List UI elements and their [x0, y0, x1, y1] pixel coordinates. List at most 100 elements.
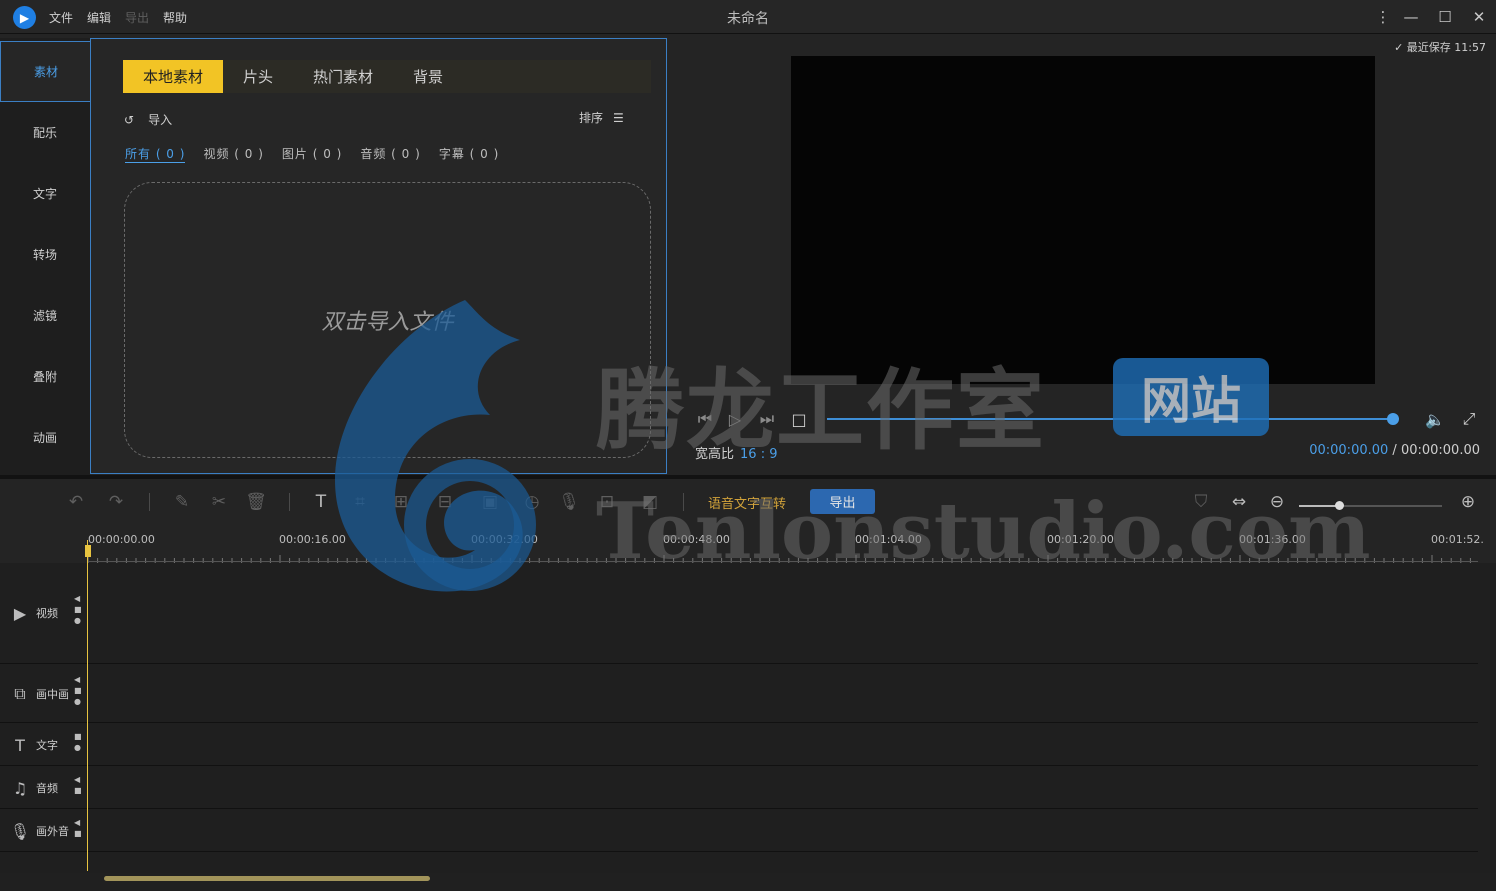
- sidebar-item-filter[interactable]: 滤镜: [0, 285, 90, 346]
- volume-icon[interactable]: 🔈: [1424, 408, 1446, 430]
- filter-all[interactable]: 所有 ( 0 ): [125, 145, 186, 163]
- mic-icon: 🎙: [9, 821, 31, 841]
- mute-icon[interactable]: ◀: [74, 675, 82, 684]
- track-row-audio[interactable]: ♫ 音频 ◀ ■: [0, 766, 1478, 809]
- color-fill-icon[interactable]: ◩: [638, 490, 662, 514]
- prev-frame-icon[interactable]: ⏮: [694, 408, 716, 430]
- filter-image[interactable]: 图片 ( 0 ): [282, 145, 342, 163]
- playback-progress-track[interactable]: [827, 418, 1393, 420]
- filter-video[interactable]: 视频 ( 0 ): [203, 145, 263, 163]
- playhead-line[interactable]: [87, 540, 88, 871]
- import-dropzone[interactable]: 双击导入文件: [124, 182, 651, 458]
- next-frame-icon[interactable]: ⏭: [756, 408, 778, 430]
- track-controls[interactable]: ◀ ■ ●: [74, 594, 82, 625]
- lock-icon[interactable]: ■: [74, 732, 82, 741]
- ruler-label: 00:00:00.00: [88, 533, 155, 546]
- scrollbar-thumb[interactable]: [104, 876, 430, 881]
- playhead-handle[interactable]: [85, 545, 91, 557]
- edit-pencil-icon[interactable]: ✎: [170, 490, 194, 514]
- sidebar-item-animation[interactable]: 动画: [0, 407, 90, 468]
- sidebar-item-transition[interactable]: 转场: [0, 224, 90, 285]
- marker-icon[interactable]: ⛉: [1189, 490, 1213, 514]
- tab-local-media[interactable]: 本地素材: [123, 60, 224, 93]
- menu-help[interactable]: 帮助: [163, 9, 187, 26]
- time-separator: /: [1388, 443, 1401, 458]
- track-label: 视频: [36, 607, 58, 620]
- filter-subtitle[interactable]: 字幕 ( 0 ): [439, 145, 499, 163]
- window-title: 未命名: [727, 11, 769, 27]
- pip-icon: ⧉: [14, 684, 26, 703]
- undo-icon[interactable]: ↶: [64, 490, 88, 514]
- track-label: 画外音: [36, 825, 69, 838]
- import-button[interactable]: ↺ 导入: [124, 111, 172, 128]
- aspect-ratio[interactable]: 宽高比 16 : 9: [695, 443, 777, 462]
- track-row-video[interactable]: ▶ 视频 ◀ ■ ●: [0, 563, 1478, 664]
- playback-progress-knob[interactable]: [1387, 413, 1399, 425]
- track-controls[interactable]: ◀ ■ ●: [74, 675, 82, 706]
- media-filters: 所有 ( 0 ) 视频 ( 0 ) 图片 ( 0 ) 音频 ( 0 ) 字幕 (…: [125, 145, 499, 163]
- timeline-horizontal-scrollbar[interactable]: [0, 873, 1496, 891]
- sidebar-item-overlay[interactable]: 叠附: [0, 346, 90, 407]
- portrait-icon[interactable]: ⊡: [595, 490, 619, 514]
- mute-icon[interactable]: ◀: [74, 594, 82, 603]
- zoom-in-icon[interactable]: ⊕: [1456, 490, 1480, 514]
- menu-edit[interactable]: 编辑: [87, 9, 111, 26]
- stop-icon[interactable]: □: [788, 408, 810, 430]
- music-icon: ♫: [12, 778, 28, 798]
- sort-list-icon: ☰: [613, 110, 624, 125]
- text-tool-icon[interactable]: T: [309, 490, 333, 514]
- track-row-text[interactable]: T 文字 ■ ●: [0, 723, 1478, 766]
- lock-icon[interactable]: ■: [74, 605, 82, 614]
- mute-icon[interactable]: ◀: [74, 818, 82, 827]
- zoom-frame-icon[interactable]: ⊞: [389, 490, 413, 514]
- timeline-ruler[interactable]: 00:00:00.00 00:00:16.00 00:00:32.00 00:0…: [0, 525, 1496, 563]
- zoom-out-icon[interactable]: ⊖: [1265, 490, 1289, 514]
- zoom-slider-fill: [1299, 505, 1340, 507]
- sidebar-item-music[interactable]: 配乐: [0, 102, 90, 163]
- play-icon[interactable]: ▷: [724, 408, 746, 430]
- redo-icon[interactable]: ↷: [104, 490, 128, 514]
- track-controls[interactable]: ◀ ■: [74, 818, 82, 838]
- crop-icon[interactable]: ⌗: [348, 490, 372, 514]
- zoom-slider-knob[interactable]: [1335, 501, 1345, 510]
- toolbar-separator: [149, 493, 150, 511]
- track-controls[interactable]: ■ ●: [74, 732, 82, 752]
- eye-icon[interactable]: ●: [74, 743, 82, 752]
- lock-icon[interactable]: ■: [74, 786, 82, 795]
- freeze-frame-icon[interactable]: ▣: [478, 490, 502, 514]
- aspect-ratio-value: 16 : 9: [740, 447, 778, 462]
- voiceover-mic-icon[interactable]: 🎙: [557, 490, 581, 514]
- tab-hot-media[interactable]: 热门素材: [293, 60, 393, 93]
- preview-screen: [791, 56, 1375, 384]
- eye-icon[interactable]: ●: [74, 697, 82, 706]
- mosaic-icon[interactable]: ⊟: [433, 490, 457, 514]
- sidebar-item-media[interactable]: 素材: [0, 41, 91, 102]
- sort-button[interactable]: 排序 ☰: [579, 109, 624, 126]
- more-options-icon[interactable]: ⋮: [1372, 6, 1394, 28]
- export-button[interactable]: 导出: [810, 489, 875, 514]
- speech-to-text-button[interactable]: 语音文字互转: [708, 493, 786, 512]
- close-icon[interactable]: ✕: [1468, 6, 1490, 28]
- mute-icon[interactable]: ◀: [74, 775, 82, 784]
- tab-background[interactable]: 背景: [393, 60, 463, 93]
- menu-file[interactable]: 文件: [49, 9, 73, 26]
- tab-intro[interactable]: 片头: [223, 60, 293, 93]
- delete-icon[interactable]: 🗑: [244, 490, 268, 514]
- speed-clock-icon[interactable]: ◷: [520, 490, 544, 514]
- minimize-icon[interactable]: —: [1400, 6, 1422, 28]
- scissors-icon[interactable]: ✂: [207, 490, 231, 514]
- track-row-pip[interactable]: ⧉ 画中画 ◀ ■ ●: [0, 664, 1478, 723]
- menu-export: 导出: [125, 10, 150, 25]
- fullscreen-icon[interactable]: ⤢: [1458, 408, 1480, 430]
- lock-icon[interactable]: ■: [74, 829, 82, 838]
- maximize-icon[interactable]: ☐: [1434, 6, 1456, 28]
- toolbar-separator: [683, 493, 684, 511]
- track-row-voiceover[interactable]: 🎙 画外音 ◀ ■: [0, 809, 1478, 852]
- track-controls[interactable]: ◀ ■: [74, 775, 82, 795]
- eye-icon[interactable]: ●: [74, 616, 82, 625]
- filter-audio[interactable]: 音频 ( 0 ): [360, 145, 420, 163]
- sidebar-item-text[interactable]: 文字: [0, 163, 90, 224]
- check-icon: ✓: [1394, 41, 1404, 54]
- lock-icon[interactable]: ■: [74, 686, 82, 695]
- fit-timeline-icon[interactable]: ⇔: [1227, 490, 1251, 514]
